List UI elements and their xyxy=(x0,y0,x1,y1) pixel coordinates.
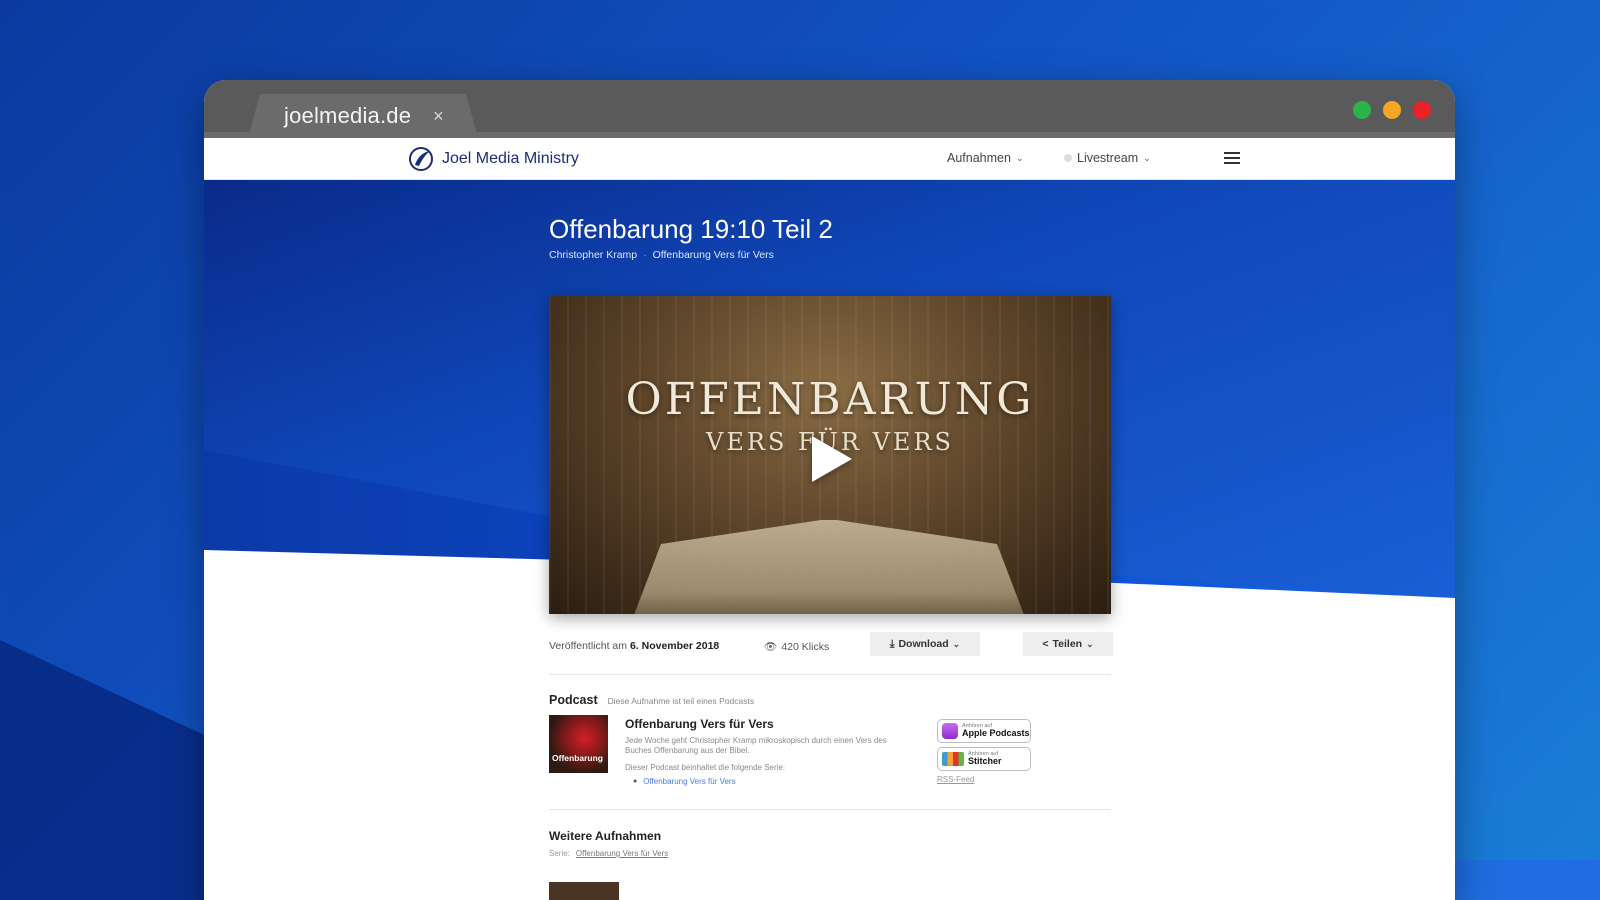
window-controls xyxy=(1353,101,1431,119)
browser-window: joelmedia.de × Joel Media Ministry Aufna… xyxy=(204,80,1455,900)
recording-meta: Veröffentlicht am 6. November 2018 👁 420… xyxy=(549,632,1115,660)
stitcher-icon xyxy=(942,752,964,766)
minimize-button[interactable] xyxy=(1383,101,1401,119)
stitcher-badge[interactable]: Anhören auf Stitcher xyxy=(937,747,1031,771)
chevron-down-icon: ⌄ xyxy=(952,638,961,649)
podcast-card: Offenbarung Offenbarung Vers für Vers Je… xyxy=(549,715,1115,795)
podcast-description: Jede Woche geht Christopher Kramp mikros… xyxy=(625,736,887,755)
published-date: Veröffentlicht am 6. November 2018 xyxy=(549,640,720,652)
chevron-down-icon: ⌄ xyxy=(1143,152,1151,163)
divider xyxy=(549,674,1111,675)
podcast-thumbnail[interactable]: Offenbarung xyxy=(549,715,608,773)
nav-livestream[interactable]: Livestream ⌄ xyxy=(1064,151,1151,165)
web-page: Joel Media Ministry Aufnahmen ⌄ Livestre… xyxy=(204,138,1455,900)
podcast-thumbnail-label: Offenbarung xyxy=(552,753,603,763)
play-icon[interactable] xyxy=(812,436,852,482)
video-player[interactable]: OFFENBARUNG VERS FÜR VERS xyxy=(549,296,1111,614)
nav-aufnahmen[interactable]: Aufnahmen ⌄ xyxy=(947,151,1023,165)
nav-aufnahmen-label: Aufnahmen xyxy=(947,151,1011,165)
podcast-info: Offenbarung Vers für Vers Jede Woche geh… xyxy=(625,717,915,786)
nav-livestream-label: Livestream xyxy=(1077,151,1139,165)
brand-name: Joel Media Ministry xyxy=(442,150,579,167)
podcast-heading: Podcast Diese Aufnahme ist teil eines Po… xyxy=(549,693,755,707)
page-title: Offenbarung 19:10 Teil 2 xyxy=(549,214,833,244)
podcast-series-intro: Dieser Podcast beinhaltet die folgende S… xyxy=(625,763,786,772)
divider xyxy=(549,809,1111,810)
video-title: OFFENBARUNG xyxy=(625,374,1035,425)
live-status-dot xyxy=(1064,154,1072,162)
apple-podcasts-icon xyxy=(942,723,958,739)
recording-thumbnail[interactable] xyxy=(549,882,619,900)
brand-link[interactable]: Joel Media Ministry xyxy=(408,146,579,172)
breadcrumb: Christopher Kramp · Offenbarung Vers für V… xyxy=(549,249,1115,261)
brand-logo-icon xyxy=(409,147,433,171)
chevron-down-icon: ⌄ xyxy=(1015,152,1024,163)
more-series-link[interactable]: Offenbarung Vers für Vers xyxy=(576,849,668,858)
podcast-badges: Anhören auf Apple Podcasts Anhören auf Sti… xyxy=(937,719,1031,784)
download-icon: ⤓ xyxy=(889,637,895,650)
share-icon: < xyxy=(1042,638,1049,650)
menu-icon[interactable] xyxy=(1224,152,1240,167)
podcast-series-item[interactable]: ● Offenbarung Vers für Vers xyxy=(633,777,915,786)
main-content: Offenbarung 19:10 Teil 2 Christopher Kra… xyxy=(549,180,1115,900)
browser-chrome: joelmedia.de × xyxy=(204,80,1455,138)
series-link[interactable]: Offenbarung Vers für Vers xyxy=(653,249,774,261)
site-navbar: Joel Media Ministry Aufnahmen ⌄ Livestre… xyxy=(204,138,1455,180)
more-recordings-series: Serie: Offenbarung Vers für Vers xyxy=(549,849,669,858)
share-button[interactable]: < Teilen ⌄ xyxy=(1023,632,1113,656)
podcast-title[interactable]: Offenbarung Vers für Vers xyxy=(625,717,915,731)
rss-feed-link[interactable]: RSS-Feed xyxy=(937,775,1031,784)
close-window-button[interactable] xyxy=(1413,101,1431,119)
separator: · xyxy=(643,249,647,261)
eye-icon: 👁 xyxy=(764,641,778,653)
apple-podcasts-badge[interactable]: Anhören auf Apple Podcasts xyxy=(937,719,1031,743)
tab-title: joelmedia.de xyxy=(284,103,412,128)
download-button[interactable]: ⤓ Download ⌄ xyxy=(870,632,980,656)
speaker-link[interactable]: Christopher Kramp xyxy=(549,249,637,261)
more-recordings-heading: Weitere Aufnahmen xyxy=(549,829,662,843)
close-icon[interactable]: × xyxy=(433,106,444,127)
maximize-button[interactable] xyxy=(1353,101,1371,119)
view-count: 👁 420 Klicks xyxy=(764,640,830,654)
chevron-down-icon: ⌄ xyxy=(1086,638,1094,649)
